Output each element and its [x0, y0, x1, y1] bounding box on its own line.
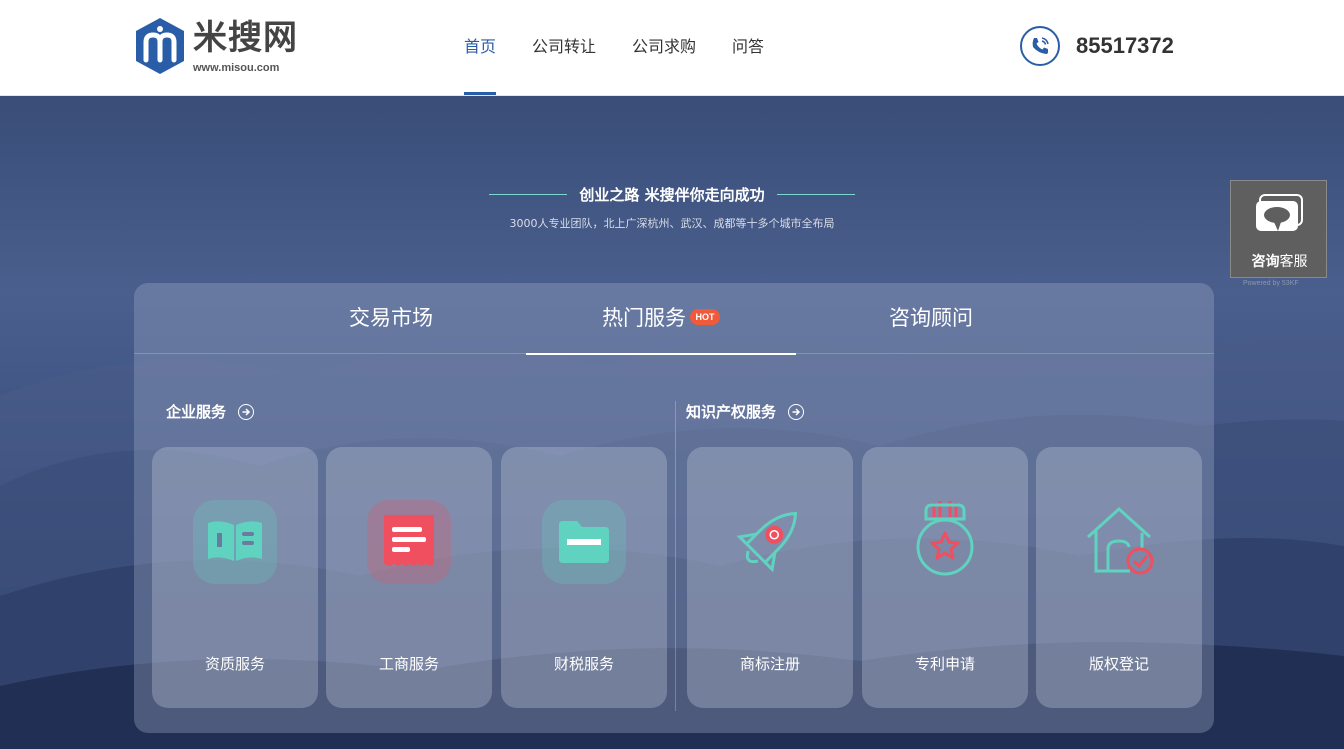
arrow-right-icon [238, 403, 255, 420]
book-icon [193, 500, 277, 584]
sub-slogan: 3000人专业团队，北上广深杭州、武汉、成都等十多个城市全布局 [509, 217, 835, 230]
phone-icon [1020, 26, 1060, 66]
folder-icon [542, 500, 626, 584]
site-header: 米搜网 www.misou.com 首页 公司转让 公司求购 问答 855173… [0, 0, 1344, 96]
phone-number: 85517372 [1076, 33, 1174, 58]
logo-text: 米搜网 [193, 18, 298, 58]
slogan: 创业之路 米搜伴你走向成功 [477, 184, 866, 205]
card-copyright-registration[interactable]: 版权登记 [1036, 447, 1202, 708]
nav-item-company-purchase[interactable]: 公司求购 [632, 0, 696, 96]
service-panel: 交易市场 热门服务 HOT 咨询顾问 企业服务 知识产权服务 资质服务 工商服务… [134, 283, 1214, 733]
card-business-registration[interactable]: 工商服务 [326, 447, 492, 708]
medal-icon [916, 501, 974, 576]
card-label: 财税服务 [553, 655, 614, 673]
rocket-icon [736, 511, 798, 573]
section-label: 知识产权服务 [686, 403, 777, 421]
consult-widget[interactable]: 咨询客服 [1230, 180, 1327, 278]
consult-label-rest: 客服 [1279, 254, 1308, 270]
powered-by: Powered by 53KF [1243, 280, 1299, 287]
card-patent-application[interactable]: 专利申请 [862, 447, 1028, 708]
card-label: 商标注册 [739, 655, 800, 673]
section-divider [675, 401, 676, 711]
nav-item-home[interactable]: 首页 [464, 0, 497, 96]
nav-item-qa[interactable]: 问答 [732, 0, 764, 96]
card-tax-service[interactable]: 财税服务 [501, 447, 667, 708]
slogan-block: 创业之路 米搜伴你走向成功 3000人专业团队，北上广深杭州、武汉、成都等十多个… [0, 180, 1344, 231]
slogan-text: 创业之路 米搜伴你走向成功 [579, 186, 765, 204]
tab-label: 热门服务 [602, 306, 686, 330]
hot-badge: HOT [690, 309, 720, 325]
document-icon [367, 500, 451, 584]
site-logo[interactable]: 米搜网 www.misou.com [133, 16, 313, 80]
tab-hot-services[interactable]: 热门服务 HOT [526, 283, 796, 355]
slogan-line-right [776, 194, 855, 195]
tab-label: 咨询顾问 [889, 306, 973, 330]
section-enterprise-services[interactable]: 企业服务 [166, 401, 255, 422]
consult-label-bold: 咨询 [1251, 254, 1280, 270]
logo-hex-icon [136, 18, 184, 74]
tab-consultants[interactable]: 咨询顾问 [796, 283, 1066, 354]
card-qualification-service[interactable]: 资质服务 [152, 447, 318, 708]
consult-label: 咨询客服 [1231, 251, 1328, 271]
chat-icon [1256, 194, 1303, 231]
card-label: 工商服务 [378, 655, 439, 673]
tab-trade-market[interactable]: 交易市场 [256, 283, 526, 354]
slogan-line-left [489, 194, 568, 195]
arrow-right-icon [788, 403, 805, 420]
card-trademark-registration[interactable]: 商标注册 [687, 447, 853, 708]
phone-contact[interactable]: 85517372 [1020, 26, 1174, 66]
card-label: 资质服务 [204, 655, 265, 673]
hero-section: 创业之路 米搜伴你走向成功 3000人专业团队，北上广深杭州、武汉、成都等十多个… [0, 96, 1344, 749]
section-label: 企业服务 [166, 403, 227, 421]
panel-tabs: 交易市场 热门服务 HOT 咨询顾问 [134, 283, 1214, 355]
tab-label: 交易市场 [349, 306, 433, 330]
main-nav: 首页 公司转让 公司求购 问答 [464, 0, 800, 96]
house-check-icon [1086, 506, 1154, 575]
card-label: 专利申请 [914, 655, 975, 673]
nav-item-company-transfer[interactable]: 公司转让 [532, 0, 596, 96]
logo-url: www.misou.com [193, 62, 280, 74]
section-ip-services[interactable]: 知识产权服务 [686, 401, 805, 422]
card-label: 版权登记 [1088, 655, 1149, 673]
